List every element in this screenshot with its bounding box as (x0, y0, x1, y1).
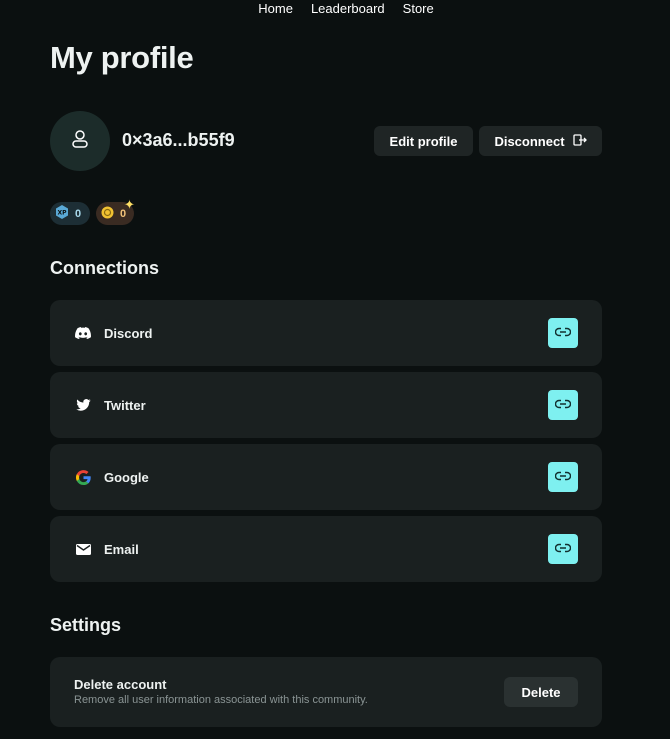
disconnect-label: Disconnect (494, 133, 565, 149)
coin-icon (101, 206, 114, 222)
nav-store[interactable]: Store (403, 0, 434, 18)
delete-button[interactable]: Delete (504, 677, 578, 707)
nav-home[interactable]: Home (258, 0, 293, 18)
connections-heading: Connections (50, 258, 160, 278)
connection-label-discord: Discord (104, 325, 153, 341)
connection-label-email: Email (104, 541, 139, 557)
connection-label-twitter: Twitter (104, 397, 146, 413)
connection-row-email: Email (50, 516, 602, 582)
logout-icon (572, 133, 587, 149)
link-email-button[interactable] (548, 534, 578, 564)
connection-row-twitter: Twitter (50, 372, 602, 438)
link-twitter-button[interactable] (548, 390, 578, 420)
link-icon (554, 468, 572, 486)
avatar (50, 111, 110, 171)
user-icon (71, 129, 89, 154)
connection-row-discord: Discord (50, 300, 602, 366)
connection-row-google: Google (50, 444, 602, 510)
settings-heading: Settings (50, 615, 122, 635)
xp-icon: XP (55, 205, 69, 222)
link-icon (554, 540, 572, 558)
link-icon (554, 324, 572, 342)
xp-value: 0 (75, 207, 82, 220)
delete-label: Delete (521, 684, 561, 700)
delete-account-card: Delete account Remove all user informati… (50, 657, 602, 727)
svg-text:XP: XP (57, 210, 67, 217)
link-google-button[interactable] (548, 462, 578, 492)
twitter-icon (74, 396, 92, 414)
xp-badge: XP 0 (50, 202, 90, 225)
wallet-address: 0×3a6...b55f9 (122, 130, 235, 150)
connection-label-google: Google (104, 469, 149, 485)
link-discord-button[interactable] (548, 318, 578, 348)
edit-profile-label: Edit profile (389, 133, 458, 149)
discord-icon (74, 324, 92, 342)
delete-account-title: Delete account (74, 677, 167, 692)
top-nav: Home Leaderboard Store (0, 0, 670, 18)
nav-leaderboard[interactable]: Leaderboard (311, 0, 385, 18)
google-icon (74, 468, 92, 486)
page-title: My profile (50, 40, 194, 75)
email-icon (74, 540, 92, 558)
link-icon (554, 396, 572, 414)
sparkle-icon: ✦ (124, 197, 135, 212)
delete-account-description: Remove all user information associated w… (74, 694, 368, 706)
edit-profile-button[interactable]: Edit profile (374, 126, 473, 156)
disconnect-button[interactable]: Disconnect (479, 126, 602, 156)
